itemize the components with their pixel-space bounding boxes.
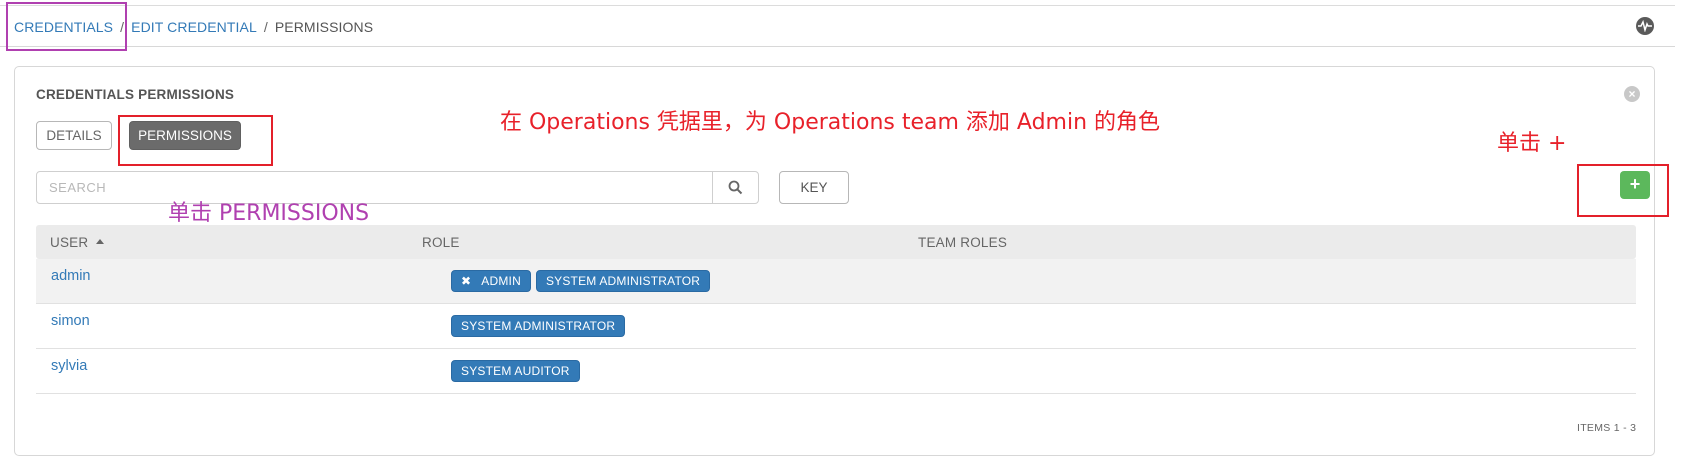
table-row: simon SYSTEM ADMINISTRATOR xyxy=(36,304,1636,349)
user-link[interactable]: simon xyxy=(51,313,90,329)
key-button[interactable]: KEY xyxy=(779,171,849,204)
annotation-box-add-button xyxy=(1577,164,1669,217)
role-tag: SYSTEM AUDITOR xyxy=(451,360,580,382)
breadcrumb-edit-credential[interactable]: EDIT CREDENTIAL xyxy=(131,19,257,35)
search-box xyxy=(36,171,759,204)
table-header: USER ROLE TEAM ROLES xyxy=(36,225,1636,259)
search-button[interactable] xyxy=(712,172,759,203)
tab-details[interactable]: DETAILS xyxy=(36,121,112,150)
remove-role-icon[interactable]: ✖ xyxy=(461,271,471,291)
activity-stream-icon[interactable] xyxy=(1636,17,1654,35)
search-input[interactable] xyxy=(37,172,712,203)
sort-ascending-icon xyxy=(96,239,105,244)
breadcrumb-separator: / xyxy=(263,19,268,35)
column-header-role: ROLE xyxy=(422,235,460,250)
column-header-user[interactable]: USER xyxy=(50,235,105,250)
user-link[interactable]: admin xyxy=(51,268,91,284)
annotation-box-breadcrumb xyxy=(6,2,127,51)
close-icon[interactable]: × xyxy=(1624,86,1640,102)
role-list: ✖ ADMIN SYSTEM ADMINISTRATOR xyxy=(451,270,715,292)
annotation-click-permissions: 单击 PERMISSIONS xyxy=(168,201,370,226)
role-tag: SYSTEM ADMINISTRATOR xyxy=(535,270,711,292)
panel-title: CREDENTIALS PERMISSIONS xyxy=(36,87,235,102)
role-list: SYSTEM AUDITOR xyxy=(451,360,585,382)
table-row: admin ✖ ADMIN SYSTEM ADMINISTRATOR xyxy=(36,259,1636,304)
breadcrumb-current: PERMISSIONS xyxy=(274,19,374,35)
role-tag: SYSTEM ADMINISTRATOR xyxy=(451,315,626,337)
role-list: SYSTEM ADMINISTRATOR xyxy=(451,315,630,337)
user-link[interactable]: sylvia xyxy=(51,358,87,374)
top-bar: CREDENTIALS / EDIT CREDENTIAL / PERMISSIONS xyxy=(0,5,1675,47)
items-count: ITEMS 1 - 3 xyxy=(1577,422,1637,434)
role-tag: ✖ ADMIN xyxy=(451,270,531,292)
annotation-box-permissions-tab xyxy=(118,115,273,166)
annotation-task: 在 Operations 凭据里，为 Operations team 添加 Ad… xyxy=(500,110,1161,135)
column-header-team-roles: TEAM ROLES xyxy=(918,235,1008,250)
search-icon xyxy=(728,180,743,195)
table-row: sylvia SYSTEM AUDITOR xyxy=(36,349,1636,394)
annotation-click-plus: 单击 + xyxy=(1497,131,1567,156)
